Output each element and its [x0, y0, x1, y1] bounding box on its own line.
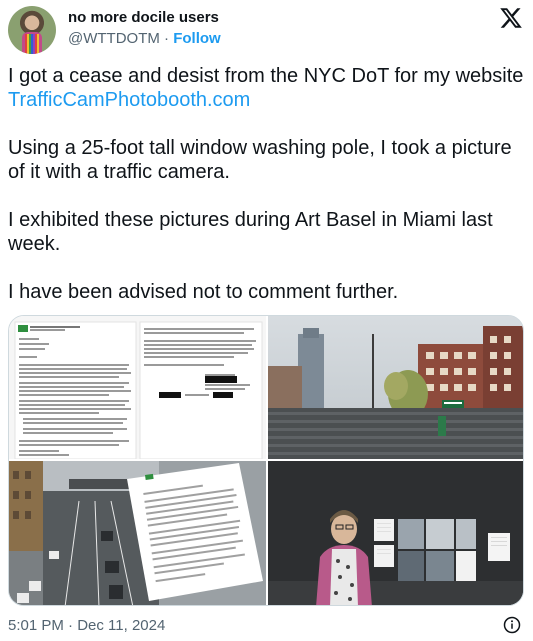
media-letter-photo[interactable]: [9, 316, 266, 459]
tweet-paragraph-2: Using a 25-foot tall window washing pole…: [8, 137, 512, 183]
media-traffic-cam-photo[interactable]: [9, 461, 266, 605]
avatar[interactable]: [8, 6, 56, 54]
tweet-header: no more docile users @WTTDOTM · Follow: [8, 6, 525, 54]
exhibition-image: [268, 461, 523, 605]
author-handle[interactable]: @WTTDOTM: [68, 30, 160, 47]
tweet-timestamp[interactable]: 5:01 PM · Dec 11, 2024: [8, 617, 165, 634]
author-name[interactable]: no more docile users: [68, 9, 219, 26]
website-link[interactable]: TrafficCamPhotobooth.com: [8, 89, 250, 111]
avatar-figure-stripes: [25, 34, 39, 54]
info-icon[interactable]: [503, 616, 521, 634]
tweet-paragraph-3: I exhibited these pictures during Art Ba…: [8, 209, 493, 255]
media-exhibition-photo[interactable]: [268, 461, 523, 605]
tweet-text: I got a cease and desist from the NYC Do…: [8, 64, 525, 304]
media-street-photo[interactable]: [268, 316, 523, 459]
tweet-line-1: I got a cease and desist from the NYC Do…: [8, 65, 524, 87]
street-scene-image: [268, 316, 523, 459]
traffic-cam-image: [9, 461, 266, 605]
media-grid: [8, 315, 524, 606]
letter-scan-image: [9, 316, 266, 459]
author-handle-row: @WTTDOTM · Follow: [68, 30, 221, 47]
handle-separator: ·: [159, 30, 174, 47]
x-logo-icon[interactable]: [499, 6, 523, 30]
tweet-paragraph-4: I have been advised not to comment furth…: [8, 281, 399, 303]
follow-button[interactable]: Follow: [173, 30, 221, 47]
